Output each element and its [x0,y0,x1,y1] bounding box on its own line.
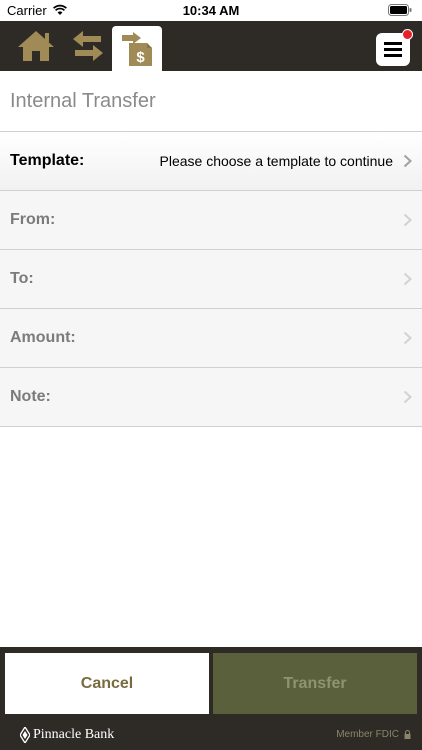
transfer-form: Template: Please choose a template to co… [0,131,422,427]
to-row[interactable]: To: [0,250,422,309]
page-title: Internal Transfer [10,90,156,112]
internal-transfer-tab[interactable]: $ [112,26,162,71]
battery-icon [388,4,412,16]
hamburger-menu-icon [384,42,402,57]
amount-label: Amount: [10,329,76,346]
note-label: Note: [10,388,51,405]
from-label: From: [10,211,56,228]
amount-row[interactable]: Amount: [0,309,422,368]
from-row[interactable]: From: [0,191,422,250]
brand-logo: Pinnacle Bank [20,727,114,743]
chevron-right-icon [403,154,412,168]
fdic-label: Member FDIC [336,729,399,740]
transfer-dollar-icon: $ [122,31,152,66]
notification-badge [402,29,413,40]
menu-button[interactable] [376,29,413,66]
note-row[interactable]: Note: [0,368,422,427]
status-bar: Carrier 10:34 AM [0,0,422,21]
top-nav-bar: $ [0,21,422,71]
lock-icon [404,730,411,739]
chevron-right-icon [403,390,412,404]
home-icon [18,31,54,61]
action-bar: Cancel Transfer [0,647,422,720]
footer: Pinnacle Bank Member FDIC [0,720,422,750]
transfer-button[interactable]: Transfer [213,653,417,714]
fdic-notice: Member FDIC [336,729,411,740]
to-label: To: [10,270,34,287]
home-tab[interactable] [14,21,58,71]
chevron-right-icon [403,213,412,227]
brand-name: Pinnacle Bank [33,727,115,742]
chevron-right-icon [403,331,412,345]
template-value: Please choose a template to continue [159,153,394,169]
swap-arrows-icon [73,31,103,61]
template-row[interactable]: Template: Please choose a template to co… [0,132,422,191]
svg-text:$: $ [136,49,145,66]
template-label: Template: [10,152,85,169]
status-time: 10:34 AM [182,3,240,18]
cancel-button[interactable]: Cancel [5,653,209,714]
transfers-tab[interactable] [66,21,110,71]
chevron-right-icon [403,272,412,286]
pinnacle-logo-icon [20,727,30,743]
